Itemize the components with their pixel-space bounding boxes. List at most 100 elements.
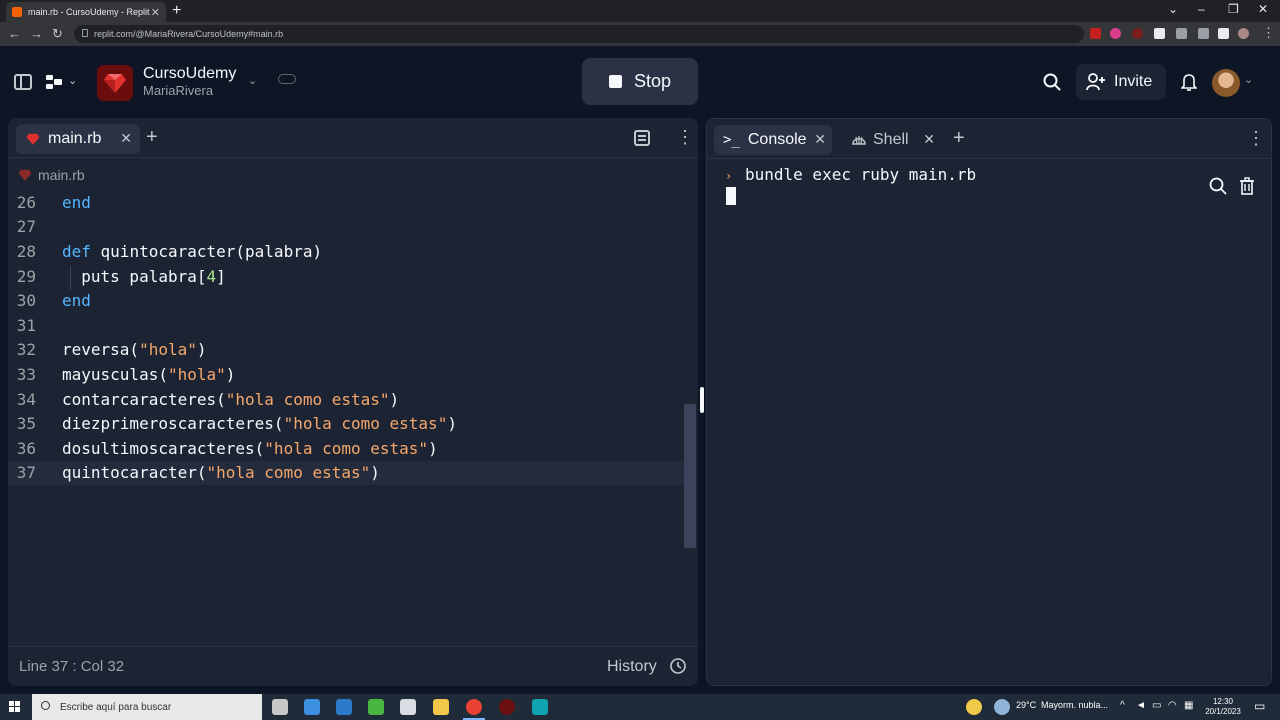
address-bar[interactable]: replit.com/@MariaRivera/CursoUdemy#main.… (74, 25, 1084, 43)
volume-icon[interactable]: ◄ (1136, 700, 1146, 711)
reload-icon[interactable]: ↻ (52, 26, 63, 42)
ruby-icon (18, 169, 32, 181)
prompt-chevron-icon: › (725, 169, 733, 183)
minimize-icon[interactable]: – (1198, 2, 1205, 16)
editor-scrollbar[interactable] (684, 404, 696, 548)
extension-icon[interactable] (1132, 28, 1143, 39)
code-line: 29 puts palabra[4] (8, 264, 684, 289)
chrome-menu-icon[interactable]: ⋮ (1262, 25, 1275, 41)
side-panel-icon[interactable] (1218, 28, 1229, 39)
terminal-icon: >_ (723, 132, 740, 148)
forward-icon[interactable]: → (30, 26, 43, 41)
chevron-up-icon[interactable]: ^ (1120, 700, 1125, 711)
replit-favicon-icon (12, 7, 22, 17)
code-line-active: 37 quintocaracter("hola como estas") (8, 460, 684, 486)
chevron-down-icon[interactable]: ⌄ (248, 74, 257, 87)
add-tab-icon[interactable]: + (953, 127, 965, 150)
app-icon[interactable] (400, 699, 416, 715)
trash-icon[interactable] (1239, 177, 1255, 195)
battery-icon[interactable]: ▭ (1152, 700, 1161, 711)
code-editor[interactable]: 26 end 27 28 def quintocaracter(palabra) 2… (8, 190, 698, 630)
notifications-icon[interactable]: ▭ (1254, 699, 1265, 713)
tab-search-icon[interactable]: ⌄ (1168, 2, 1178, 16)
store-icon[interactable] (368, 699, 384, 715)
outline-icon[interactable] (634, 130, 650, 146)
avatar[interactable] (1212, 69, 1240, 97)
file-explorer-icon[interactable] (433, 699, 449, 715)
extension-icon[interactable] (1110, 28, 1121, 39)
line-number: 26 (16, 192, 36, 212)
close-icon[interactable]: ✕ (923, 131, 935, 148)
browser-tab-strip: main.rb - CursoUdemy - Replit ✕ + ⌄ – ❐ … (0, 0, 1280, 22)
extension-icon[interactable] (1154, 28, 1165, 39)
tab-main-rb[interactable]: main.rb ✕ (16, 124, 140, 154)
restore-icon[interactable]: ❐ (1228, 2, 1239, 16)
line-number: 30 (16, 291, 36, 311)
repl-title[interactable]: CursoUdemy (143, 65, 236, 83)
chevron-down-icon[interactable]: ⌄ (1244, 73, 1253, 86)
taskbar-search[interactable]: Escribe aquí para buscar (32, 694, 262, 720)
add-tab-icon[interactable]: + (146, 126, 158, 149)
breadcrumb-file[interactable]: main.rb (38, 167, 85, 183)
app-icon[interactable] (532, 699, 548, 715)
weather-description[interactable]: Mayorm. nubla... (1041, 700, 1108, 710)
network-icon[interactable]: ◠ (1168, 700, 1177, 711)
keyboard-icon[interactable]: ▦ (1184, 700, 1193, 711)
tab-console[interactable]: >_ Console ✕ (714, 125, 832, 155)
weather-temperature[interactable]: 29°C (1016, 700, 1036, 710)
history-icon[interactable] (668, 656, 688, 676)
more-options-icon[interactable]: ⋮ (1247, 129, 1265, 147)
invite-label: Invite (1114, 73, 1153, 90)
close-window-icon[interactable]: ✕ (1258, 2, 1268, 16)
code-line: 26 end (8, 190, 684, 215)
close-icon[interactable]: ✕ (814, 131, 826, 148)
more-options-icon[interactable]: ⋮ (676, 128, 694, 146)
chevron-down-icon[interactable]: ⌄ (68, 74, 77, 87)
lock-icon (82, 29, 88, 37)
browser-tab-title: main.rb - CursoUdemy - Replit (28, 7, 150, 17)
line-number: 31 (16, 315, 36, 335)
reading-list-icon[interactable] (1198, 28, 1209, 39)
workspace-icon[interactable] (46, 75, 62, 89)
close-tab-icon[interactable]: ✕ (151, 6, 160, 19)
editor-status-bar: Line 37 : Col 32 History (8, 646, 698, 686)
puzzle-icon[interactable] (1176, 28, 1187, 39)
back-icon[interactable]: ← (8, 26, 21, 41)
browser-tab[interactable]: main.rb - CursoUdemy - Replit ✕ (6, 2, 166, 22)
replit-header: ⌄ CursoUdemy MariaRivera ⌄ Stop Invite ⌄ (0, 46, 1280, 118)
new-tab-icon[interactable]: + (172, 2, 181, 20)
mail-icon[interactable] (304, 699, 320, 715)
vscode-icon[interactable] (336, 699, 352, 715)
tab-label: Shell (873, 131, 909, 148)
pane-resize-handle[interactable] (700, 387, 704, 413)
chrome-icon[interactable] (466, 699, 482, 715)
close-icon[interactable]: ✕ (120, 130, 132, 147)
console-command: bundle exec ruby main.rb (745, 165, 977, 184)
extension-icon[interactable] (1090, 28, 1101, 39)
bell-icon[interactable] (1181, 73, 1197, 91)
code-line: 36 dosultimoscaracteres("hola como estas"… (8, 436, 684, 461)
sidebar-toggle-icon[interactable] (14, 74, 32, 90)
help-icon[interactable] (966, 699, 982, 715)
console-output[interactable]: › bundle exec ruby main.rb (707, 159, 1271, 685)
stop-button[interactable]: Stop (582, 58, 698, 105)
line-number: 37 (16, 463, 36, 483)
search-icon[interactable] (1043, 73, 1061, 91)
profile-icon[interactable] (1238, 28, 1249, 39)
task-view-icon[interactable] (272, 699, 288, 715)
ruby-icon[interactable] (97, 65, 133, 101)
search-icon[interactable] (1209, 177, 1227, 195)
editor-pane: main.rb ✕ + ⋮ main.rb 26 end 27 28 def qui… (8, 118, 698, 686)
clock-date[interactable]: 20/1/2023 (1203, 706, 1243, 717)
invite-button[interactable]: Invite (1076, 64, 1166, 100)
tab-shell[interactable]: Shell ✕ (843, 125, 943, 155)
code-line: 32 reversa("hola") (8, 338, 684, 363)
history-button[interactable]: History (607, 658, 657, 676)
indent-guide (70, 266, 71, 290)
weather-icon[interactable] (994, 699, 1010, 715)
tab-label: main.rb (48, 130, 102, 147)
obs-icon[interactable] (499, 699, 515, 715)
console-pane: >_ Console ✕ Shell ✕ + ⋮ › bundle exec r… (706, 118, 1272, 686)
code-line: 27 (8, 215, 684, 240)
windows-start-icon[interactable] (9, 701, 21, 713)
